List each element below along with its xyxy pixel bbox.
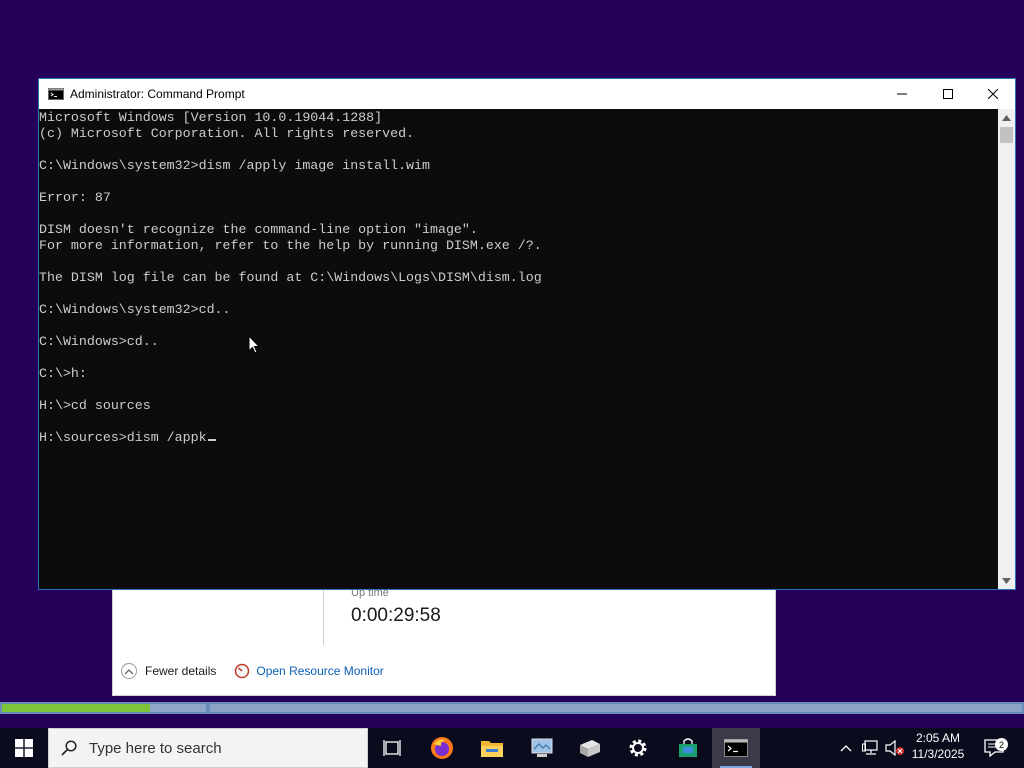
command-prompt-window[interactable]: Administrator: Command Prompt Microsoft … — [38, 78, 1016, 590]
maximize-button[interactable] — [925, 79, 971, 109]
command-prompt-icon — [724, 739, 748, 757]
notification-count-badge: 2 — [995, 738, 1008, 751]
cmd-titlebar[interactable]: Administrator: Command Prompt — [39, 79, 1015, 109]
console-line-text: C:\Windows\system32>dism /apply image in… — [39, 158, 430, 173]
console-line-text: The DISM log file can be found at C:\Win… — [39, 270, 542, 285]
search-placeholder: Type here to search — [89, 739, 222, 757]
progress-strip — [0, 702, 1024, 714]
maximize-icon — [943, 89, 953, 99]
task-manager-window: Up time 0:00:29:58 Fewer details Open Re… — [112, 587, 776, 696]
network-tray-button[interactable] — [860, 728, 882, 768]
console-line-text: DISM doesn't recognize the command-line … — [39, 222, 478, 237]
arrow-up-icon — [1002, 114, 1011, 121]
open-resource-monitor-link[interactable]: Open Resource Monitor — [256, 664, 383, 678]
console-line: (c) Microsoft Corporation. All rights re… — [39, 126, 999, 142]
volume-tray-button[interactable] — [884, 728, 906, 768]
scroll-thumb[interactable] — [1000, 127, 1013, 143]
tm-divider — [323, 589, 324, 645]
taskbar-search-box[interactable]: Type here to search — [48, 728, 368, 768]
action-center-button[interactable]: 2 — [978, 728, 1010, 768]
server-manager-button[interactable] — [566, 728, 614, 768]
minimize-button[interactable] — [879, 79, 925, 109]
console-line-text: H:\>cd sources — [39, 398, 151, 413]
console-line-text: C:\Windows>cd.. — [39, 334, 159, 349]
console-line: Error: 87 — [39, 190, 999, 206]
console-line-text: Error: 87 — [39, 190, 111, 205]
firefox-icon — [431, 737, 453, 759]
uptime-value: 0:00:29:58 — [351, 605, 441, 626]
console-output[interactable]: Microsoft Windows [Version 10.0.19044.12… — [39, 109, 999, 590]
console-line-text: For more information, refer to the help … — [39, 238, 542, 253]
chevron-up-icon[interactable] — [121, 663, 137, 679]
command-prompt-icon — [48, 88, 64, 100]
network-icon — [862, 740, 878, 755]
progress-segment — [210, 704, 1022, 712]
clock-date: 11/3/2025 — [911, 747, 965, 761]
taskbar: Type here to search 2:05 AM 11/3/2025 2 — [0, 728, 1024, 768]
tm-footer: Fewer details Open Resource Monitor — [121, 663, 384, 679]
console-line: For more information, refer to the help … — [39, 238, 999, 254]
resource-monitor-icon — [235, 663, 250, 679]
console-line: The DISM log file can be found at C:\Win… — [39, 270, 999, 286]
console-line-text: (c) Microsoft Corporation. All rights re… — [39, 126, 415, 141]
task-view-icon — [383, 740, 401, 756]
console-line-text: C:\>h: — [39, 366, 87, 381]
clock-time: 2:05 AM — [915, 731, 961, 745]
firefox-button[interactable] — [418, 728, 466, 768]
console-line: DISM doesn't recognize the command-line … — [39, 222, 999, 238]
task-view-button[interactable] — [368, 728, 416, 768]
console-line-text: Microsoft Windows [Version 10.0.19044.12… — [39, 110, 383, 125]
clock[interactable]: 2:05 AM 11/3/2025 — [908, 728, 968, 768]
chevron-up-icon — [840, 745, 852, 752]
console-line: H:\>cd sources — [39, 398, 999, 414]
console-line: Microsoft Windows [Version 10.0.19044.12… — [39, 110, 999, 126]
scroll-up-button[interactable] — [998, 109, 1015, 126]
scroll-down-button[interactable] — [998, 572, 1015, 589]
network-drive-icon — [531, 738, 553, 757]
progress-segment — [150, 704, 206, 712]
settings-gear-icon — [629, 739, 647, 757]
file-explorer-icon — [481, 741, 503, 757]
console-line: C:\Windows>cd.. — [39, 334, 999, 350]
console-line: H:\sources>dism /appk — [39, 430, 999, 446]
console-line: C:\>h: — [39, 366, 999, 382]
command-prompt-taskbar-button[interactable] — [712, 728, 760, 768]
store-icon — [679, 738, 697, 757]
cmd-title: Administrator: Command Prompt — [70, 87, 245, 101]
server-manager-icon — [580, 740, 600, 757]
settings-button[interactable] — [614, 728, 662, 768]
show-hidden-icons-button[interactable] — [836, 728, 856, 768]
start-button[interactable] — [0, 728, 48, 768]
console-line-text: C:\Windows\system32>cd.. — [39, 302, 231, 317]
text-cursor — [207, 439, 216, 441]
file-explorer-button[interactable] — [468, 728, 516, 768]
volume-muted-icon — [885, 740, 904, 756]
close-button[interactable] — [970, 79, 1016, 109]
search-icon — [61, 740, 77, 756]
vertical-scrollbar[interactable] — [998, 109, 1015, 589]
windows-start-icon — [15, 739, 33, 757]
console-line: C:\Windows\system32>dism /apply image in… — [39, 158, 999, 174]
mouse-pointer-icon — [248, 335, 260, 354]
store-button[interactable] — [664, 728, 712, 768]
close-icon — [988, 89, 998, 99]
minimize-icon — [897, 93, 907, 95]
console-line-text: H:\sources>dism /appk — [39, 430, 207, 445]
progress-fill — [2, 704, 150, 712]
network-drive-button[interactable] — [518, 728, 566, 768]
console-line: C:\Windows\system32>cd.. — [39, 302, 999, 318]
fewer-details-button[interactable]: Fewer details — [145, 664, 216, 678]
arrow-down-icon — [1002, 577, 1011, 584]
